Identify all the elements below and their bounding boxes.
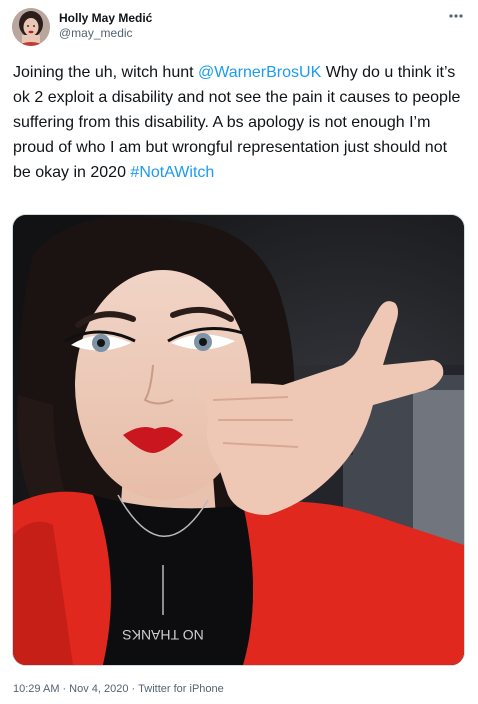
username-handle[interactable]: @may_medic	[59, 26, 152, 41]
tweet-text-part: Joining the uh, witch hunt	[13, 64, 199, 81]
tweet-card: Holly May Medić @may_medic Joining the u…	[0, 0, 478, 704]
meta-separator: ·	[62, 683, 67, 695]
tweet-text: Joining the uh, witch hunt @WarnerBrosUK…	[13, 60, 465, 185]
hashtag-link[interactable]: #NotAWitch	[130, 164, 214, 181]
tweet-metadata: 10:29 AM · Nov 4, 2020 · Twitter for iPhone	[13, 682, 224, 696]
shirt-print: NO THANKS	[122, 627, 203, 643]
more-options-icon[interactable]	[448, 9, 464, 21]
author-names: Holly May Medić @may_medic	[59, 11, 152, 41]
tweet-date[interactable]: Nov 4, 2020	[69, 683, 128, 695]
tweet-source[interactable]: Twitter for iPhone	[138, 683, 224, 695]
tweet-time[interactable]: 10:29 AM	[13, 683, 59, 695]
tweet-photo[interactable]: NO THANKS	[12, 214, 465, 666]
meta-separator: ·	[131, 683, 136, 695]
tweet-text-part: Why do u think it’s ok 2 exploit a disab…	[13, 64, 461, 181]
display-name[interactable]: Holly May Medić	[59, 11, 152, 26]
avatar[interactable]	[12, 8, 50, 46]
mention-link[interactable]: @WarnerBrosUK	[198, 64, 321, 81]
tweet-header: Holly May Medić @may_medic	[12, 8, 466, 48]
